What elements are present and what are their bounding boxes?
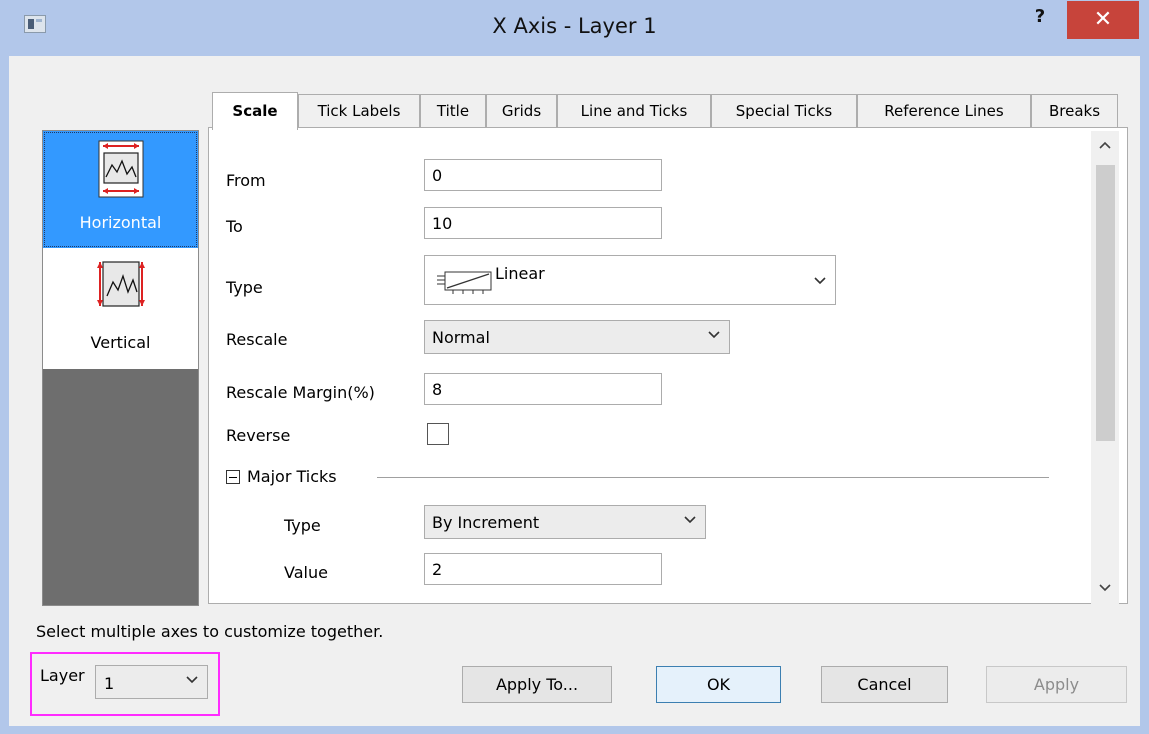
- tab-special-ticks[interactable]: Special Ticks: [711, 94, 857, 128]
- sidebar-item-horizontal[interactable]: Horizontal: [43, 131, 198, 248]
- scale-type-select[interactable]: Linear: [424, 255, 836, 305]
- layer-label: Layer: [40, 666, 85, 685]
- apply-to-button[interactable]: Apply To...: [462, 666, 612, 703]
- tab-breaks[interactable]: Breaks: [1031, 94, 1118, 128]
- rescale-select[interactable]: Normal: [424, 320, 730, 354]
- major-ticks-type-label: Type: [284, 516, 321, 535]
- rescale-margin-field[interactable]: 8: [424, 373, 662, 405]
- dialog-window: X Axis - Layer 1 ? ✕ Horizontal Vertical…: [0, 0, 1149, 734]
- chevron-down-icon: [684, 516, 696, 524]
- scroll-thumb[interactable]: [1096, 165, 1115, 441]
- scroll-up-icon[interactable]: [1095, 135, 1115, 155]
- vertical-axis-icon: [96, 261, 145, 307]
- help-button[interactable]: ?: [1026, 6, 1054, 34]
- major-ticks-value-field[interactable]: 2: [424, 553, 662, 585]
- linear-scale-icon: [437, 271, 492, 294]
- to-field[interactable]: 10: [424, 207, 662, 239]
- tab-scale[interactable]: Scale: [212, 92, 298, 130]
- chevron-down-icon: [186, 676, 198, 684]
- layer-select[interactable]: 1: [95, 665, 208, 699]
- from-label: From: [226, 171, 266, 190]
- window-title: X Axis - Layer 1: [492, 14, 657, 38]
- scale-type-value: Linear: [495, 264, 545, 283]
- tab-grids[interactable]: Grids: [486, 94, 557, 128]
- sidebar-item-label: Horizontal: [79, 213, 162, 232]
- chevron-down-icon: [814, 277, 826, 285]
- rescale-label: Rescale: [226, 330, 288, 349]
- major-ticks-group-label: Major Ticks: [247, 467, 337, 486]
- type-label: Type: [226, 278, 263, 297]
- major-ticks-value-label: Value: [284, 563, 328, 582]
- major-ticks-type-select[interactable]: By Increment: [424, 505, 706, 539]
- major-ticks-type-value: By Increment: [432, 513, 540, 532]
- apply-button[interactable]: Apply: [986, 666, 1127, 703]
- from-field[interactable]: 0: [424, 159, 662, 191]
- tab-line-and-ticks[interactable]: Line and Ticks: [557, 94, 711, 128]
- ok-button[interactable]: OK: [656, 666, 781, 703]
- cancel-button[interactable]: Cancel: [821, 666, 948, 703]
- title-bar: X Axis - Layer 1 ? ✕: [0, 0, 1149, 56]
- close-button[interactable]: ✕: [1067, 1, 1139, 39]
- reverse-label: Reverse: [226, 426, 291, 445]
- tab-title[interactable]: Title: [420, 94, 486, 128]
- to-label: To: [226, 217, 243, 236]
- rescale-value: Normal: [432, 328, 490, 347]
- horizontal-axis-icon: [98, 140, 143, 198]
- chevron-down-icon: [708, 331, 720, 339]
- reverse-checkbox[interactable]: [427, 423, 449, 445]
- layer-value: 1: [104, 674, 115, 693]
- multi-axes-hint: Select multiple axes to customize togeth…: [36, 622, 384, 641]
- panel-scrollbar[interactable]: [1091, 131, 1119, 605]
- tab-reference-lines[interactable]: Reference Lines: [857, 94, 1031, 128]
- collapse-icon[interactable]: [226, 470, 240, 484]
- tab-tick-labels[interactable]: Tick Labels: [298, 94, 420, 128]
- axis-selector-list[interactable]: Horizontal Vertical: [42, 130, 199, 606]
- sidebar-item-vertical[interactable]: Vertical: [43, 248, 198, 369]
- group-divider: [377, 477, 1049, 478]
- sidebar-item-label: Vertical: [90, 333, 151, 352]
- scroll-down-icon[interactable]: [1095, 578, 1115, 598]
- rescale-margin-label: Rescale Margin(%): [226, 383, 375, 402]
